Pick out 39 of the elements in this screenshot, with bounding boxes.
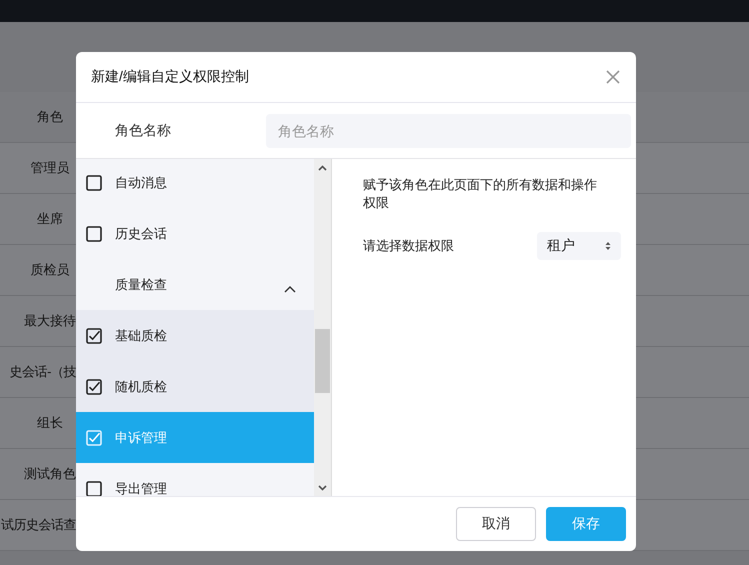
- permission-item[interactable]: 历史会话: [76, 208, 314, 259]
- role-name-field[interactable]: 角色名称: [266, 114, 631, 148]
- permission-label: 申诉管理: [115, 428, 167, 446]
- checkbox[interactable]: [86, 378, 102, 394]
- scrollbar[interactable]: [314, 159, 332, 496]
- permission-label: 历史会话: [115, 224, 167, 242]
- data-scope-select[interactable]: 租户: [537, 232, 621, 260]
- table-cell-text: 测试角色: [23, 465, 76, 483]
- permission-label: 自动消息: [115, 174, 167, 192]
- permission-item[interactable]: 导出管理: [76, 463, 314, 496]
- column-header: 角色: [36, 108, 64, 126]
- table-cell-text: 组长: [36, 414, 64, 432]
- dialog-title: 新建/编辑自定义权限控制: [91, 68, 249, 86]
- checkbox[interactable]: [86, 226, 102, 242]
- checkbox[interactable]: [86, 174, 102, 190]
- table-cell-text: 史会话-（技: [8, 363, 76, 381]
- description-text: 赋予该角色在此页面下的所有数据和操作权限: [363, 176, 598, 212]
- close-icon[interactable]: [606, 70, 620, 84]
- permission-item[interactable]: 自动消息: [76, 159, 314, 208]
- sort-arrows-icon: [605, 241, 611, 251]
- table-cell-text: 管理员: [30, 159, 70, 177]
- scrollbar-thumb[interactable]: [315, 329, 330, 393]
- scroll-down-icon[interactable]: [318, 485, 327, 491]
- table-cell: 试历史会话查: [0, 516, 76, 534]
- permission-item[interactable]: 基础质检: [76, 310, 314, 361]
- checkbox[interactable]: [86, 480, 102, 496]
- scroll-up-icon[interactable]: [318, 165, 327, 171]
- permission-label: 导出管理: [115, 480, 167, 496]
- table-cell-text: 最大接待: [23, 312, 76, 330]
- permission-label: 随机质检: [115, 378, 167, 396]
- group-label[interactable]: 质量检查: [115, 276, 167, 294]
- field-label: 请选择数据权限: [363, 237, 454, 255]
- table-cell-text: 质检员: [30, 261, 70, 279]
- field-label: 角色名称: [114, 122, 172, 140]
- cancel-button[interactable]: 取消: [456, 507, 536, 541]
- checkbox[interactable]: [86, 328, 102, 344]
- permission-label: 基础质检: [115, 326, 167, 344]
- permission-item[interactable]: 随机质检: [76, 361, 314, 412]
- table-cell-text: 坐席: [36, 210, 64, 228]
